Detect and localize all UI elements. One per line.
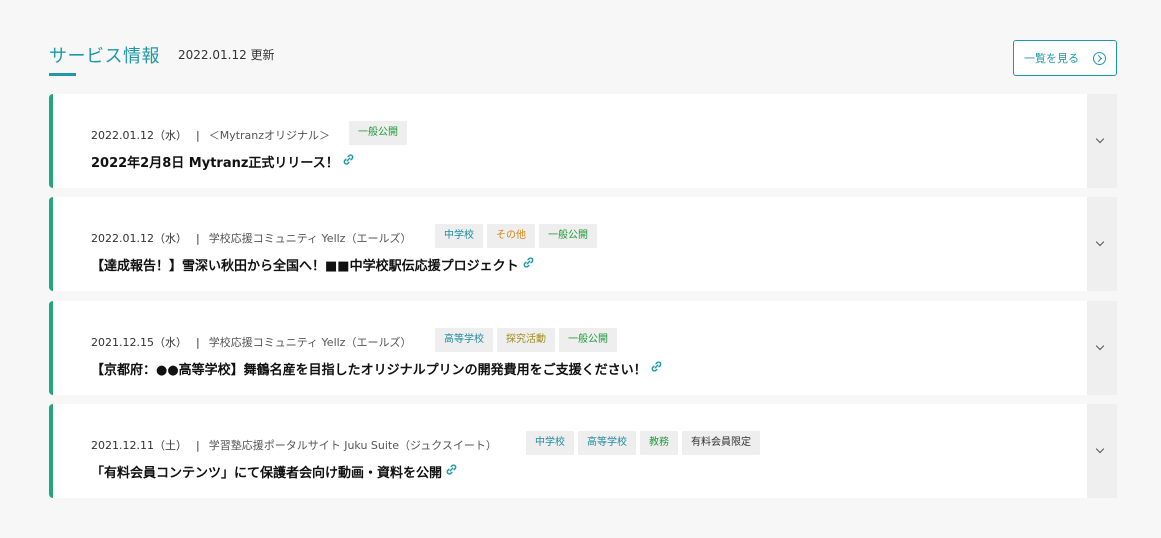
news-meta: 2021.12.15（水） | 学校応援コミュニティ Yellz（エールズ）: [91, 331, 411, 353]
news-meta: 2022.01.12（水） | ＜Mytranzオリジナル＞: [91, 124, 330, 146]
news-headline-link[interactable]: 【達成報告！】雪深い秋田から全国へ！■■中学校駅伝応援プロジェクト: [91, 255, 535, 274]
category-tag: 中学校: [526, 431, 574, 455]
chevron-down-icon: [1095, 237, 1105, 247]
category-tag: 高等学校: [578, 431, 636, 455]
category-tag: 有料会員限定: [682, 431, 760, 455]
service-info-section: サービス情報 2022.01.12 更新 一覧を見る 2022.01.12（水）…: [49, 0, 1117, 538]
news-tags: 高等学校 探究活動 一般公開: [435, 328, 617, 352]
news-card[interactable]: 2021.12.11（土） | 学習塾応援ポータルサイト Juku Suite（ジュ…: [49, 404, 1117, 498]
link-icon: [342, 153, 355, 170]
category-tag: 一般公開: [559, 328, 617, 352]
meta-separator: |: [195, 128, 200, 142]
title-underline: [49, 73, 76, 76]
category-tag: 一般公開: [349, 121, 407, 145]
news-card[interactable]: 2021.12.15（水） | 学校応援コミュニティ Yellz（エールズ） 高等学校…: [49, 301, 1117, 395]
news-card[interactable]: 2022.01.12（水） | ＜Mytranzオリジナル＞ 一般公開 2022年2月8…: [49, 94, 1117, 188]
category-tag: 中学校: [435, 224, 483, 248]
news-headline: 【京都府：●●高等学校】舞鶴名産を目指したオリジナルプリンの開発費用をご支援くだ…: [91, 363, 647, 378]
news-date: 2022.01.12（水）: [91, 232, 187, 245]
chevron-down-icon: [1095, 444, 1105, 454]
category-tag: 探究活動: [497, 328, 555, 352]
news-headline-link[interactable]: 「有料会員コンテンツ」にて保護者会向け動画・資料を公開: [91, 462, 458, 481]
category-tag: 教務: [640, 431, 678, 455]
news-source: ＜Mytranzオリジナル＞: [208, 129, 331, 142]
view-all-label: 一覧を見る: [1024, 52, 1079, 65]
category-tag: その他: [487, 224, 535, 248]
link-icon: [522, 256, 535, 273]
meta-separator: |: [195, 438, 200, 452]
expand-toggle[interactable]: [1087, 197, 1117, 291]
news-date: 2021.12.15（水）: [91, 336, 187, 349]
news-meta: 2022.01.12（水） | 学校応援コミュニティ Yellz（エールズ）: [91, 227, 411, 249]
section-title: サービス情報: [49, 46, 160, 67]
chevron-down-icon: [1095, 134, 1105, 144]
news-tags: 一般公開: [349, 121, 407, 145]
news-headline-link[interactable]: 2022年2月8日 Mytranz正式リリース！: [91, 152, 355, 171]
news-card[interactable]: 2022.01.12（水） | 学校応援コミュニティ Yellz（エールズ） 中学校そ…: [49, 197, 1117, 291]
view-all-button[interactable]: 一覧を見る: [1013, 40, 1117, 76]
news-tags: 中学校 その他 一般公開: [435, 224, 597, 248]
news-headline-link[interactable]: 【京都府：●●高等学校】舞鶴名産を目指したオリジナルプリンの開発費用をご支援くだ…: [91, 359, 663, 378]
section-header: サービス情報 2022.01.12 更新 一覧を見る: [49, 40, 1117, 80]
category-tag: 一般公開: [539, 224, 597, 248]
meta-separator: |: [195, 231, 200, 245]
news-source: 学習塾応援ポータルサイト Juku Suite（ジュクスイート）: [208, 439, 497, 452]
link-icon: [445, 463, 458, 480]
expand-toggle[interactable]: [1087, 404, 1117, 498]
news-headline: 【達成報告！】雪深い秋田から全国へ！■■中学校駅伝応援プロジェクト: [91, 259, 519, 274]
link-icon: [650, 360, 663, 377]
news-meta: 2021.12.11（土） | 学習塾応援ポータルサイト Juku Suite（ジュ…: [91, 434, 497, 456]
news-tags: 中学校 高等学校 教務 有料会員限定: [526, 431, 760, 455]
chevron-down-icon: [1095, 341, 1105, 351]
updated-date: 2022.01.12 更新: [178, 48, 275, 62]
expand-toggle[interactable]: [1087, 301, 1117, 395]
arrow-circle-icon: [1093, 52, 1106, 65]
expand-toggle[interactable]: [1087, 94, 1117, 188]
meta-separator: |: [195, 335, 200, 349]
news-headline: 「有料会員コンテンツ」にて保護者会向け動画・資料を公開: [91, 466, 443, 481]
news-date: 2022.01.12（水）: [91, 129, 187, 142]
category-tag: 高等学校: [435, 328, 493, 352]
news-headline: 2022年2月8日 Mytranz正式リリース！: [91, 156, 339, 171]
news-source: 学校応援コミュニティ Yellz（エールズ）: [208, 336, 412, 349]
news-source: 学校応援コミュニティ Yellz（エールズ）: [208, 232, 412, 245]
news-date: 2021.12.11（土）: [91, 439, 187, 452]
